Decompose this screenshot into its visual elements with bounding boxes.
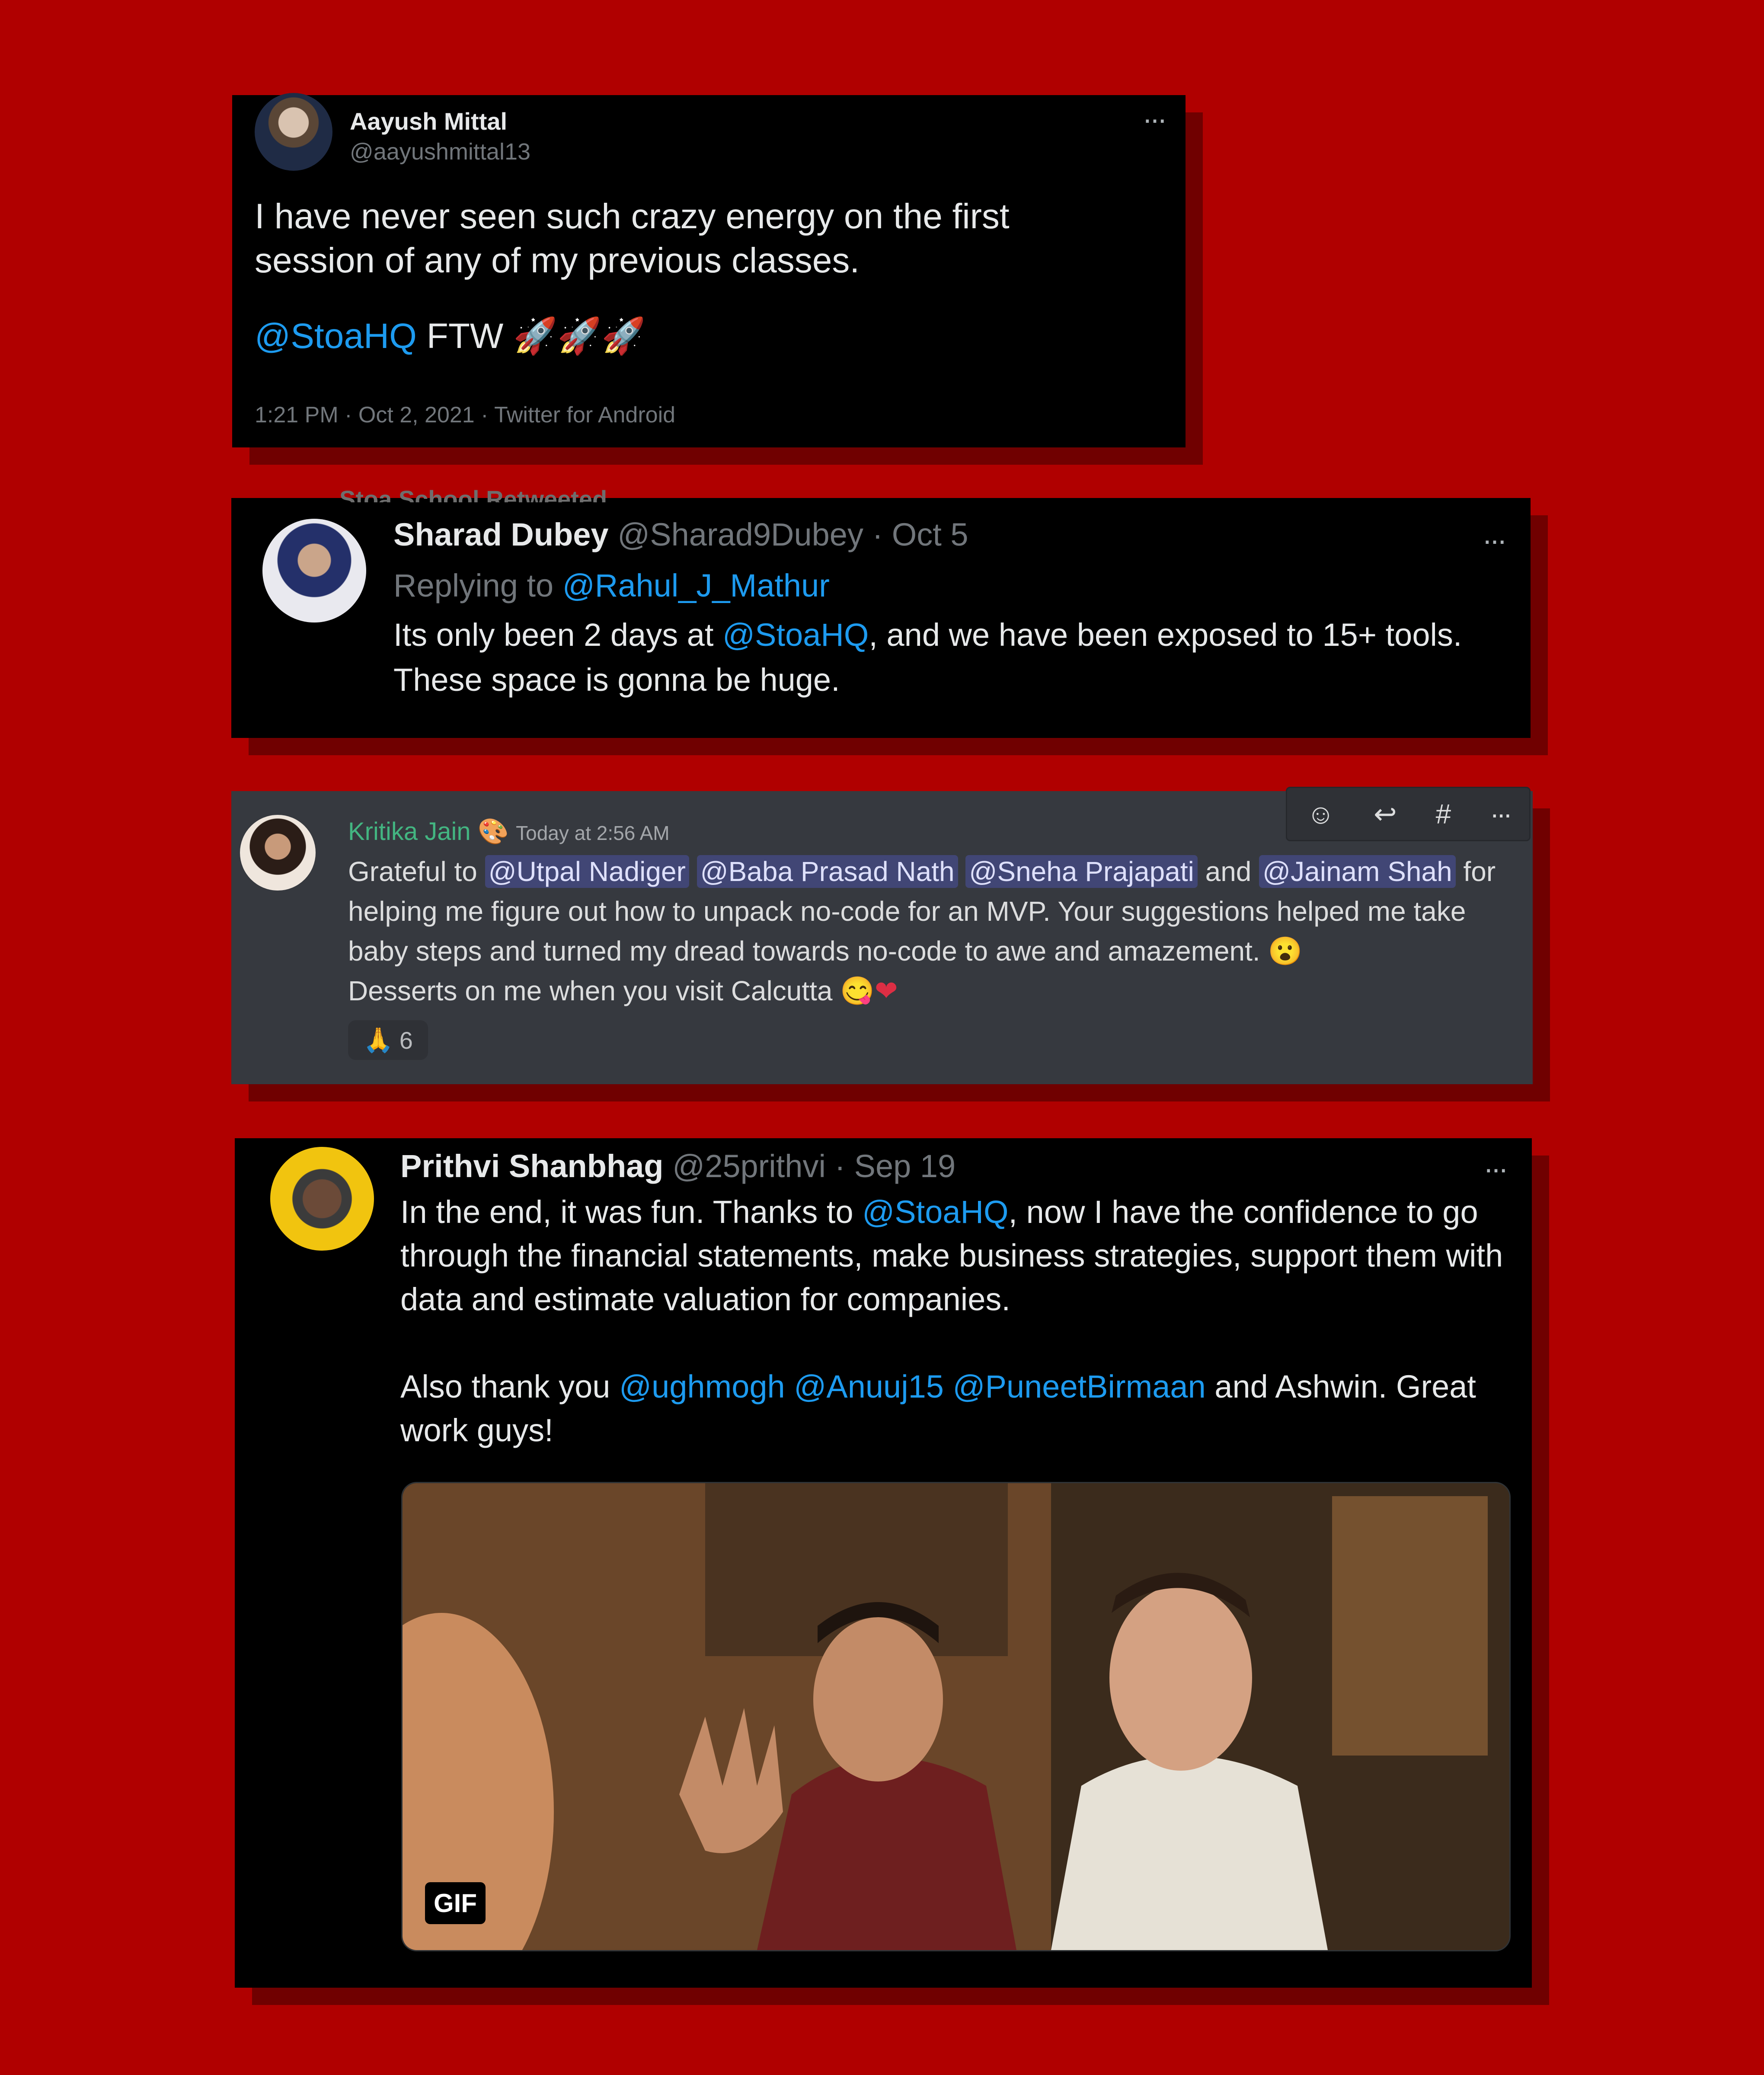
folded-hands-icon: 🙏 bbox=[363, 1026, 393, 1053]
replying-to-label: Replying to bbox=[393, 568, 554, 603]
gif-badge: GIF bbox=[425, 1882, 486, 1924]
mention-link[interactable]: @PuneetBirmaan bbox=[953, 1369, 1206, 1405]
author-handle[interactable]: @Sharad9Dubey bbox=[617, 517, 863, 552]
reaction-count: 6 bbox=[399, 1026, 413, 1054]
user-mention[interactable]: @Utpal Nadiger bbox=[485, 855, 689, 888]
yum-face-icon: 😋 bbox=[840, 975, 875, 1006]
add-reaction-icon[interactable]: ☺ bbox=[1307, 798, 1335, 830]
gif-media[interactable]: GIF bbox=[401, 1482, 1511, 1951]
retweet-banner: Stoa School Retweeted bbox=[339, 485, 607, 502]
reaction-button[interactable]: 🙏 6 bbox=[348, 1020, 428, 1060]
rocket-icon: 🚀🚀🚀 bbox=[513, 316, 646, 356]
author-name[interactable]: Kritika Jain bbox=[348, 817, 471, 846]
message-text: Grateful to @Utpal Nadiger @Baba Prasad … bbox=[348, 852, 1515, 1011]
message-text-c: Desserts on me when you visit Calcutta bbox=[348, 975, 833, 1006]
author-name[interactable]: Prithvi Shanbhag bbox=[400, 1148, 664, 1184]
more-options-icon[interactable]: ··· bbox=[1142, 104, 1167, 134]
tweet-header: Sharad Dubey @Sharad9Dubey · Oct 5 bbox=[393, 516, 968, 553]
author-name[interactable]: Sharad Dubey bbox=[393, 517, 609, 552]
tweet-text: I have never seen such crazy energy on t… bbox=[255, 197, 1010, 280]
tweet-date[interactable]: · Oct 5 bbox=[872, 517, 968, 552]
avatar[interactable] bbox=[262, 519, 366, 622]
tweet-text: Its only been 2 days at @StoaHQ, and we … bbox=[393, 613, 1518, 702]
tweet-text: In the end, it was fun. Thanks to @StoaH… bbox=[400, 1190, 1507, 1452]
author-name[interactable]: Aayush Mittal bbox=[350, 107, 507, 135]
astonished-face-icon: 😮 bbox=[1268, 935, 1303, 967]
more-options-icon[interactable]: ··· bbox=[1482, 525, 1507, 555]
user-mention[interactable]: @Baba Prasad Nath bbox=[697, 855, 958, 888]
replying-to: Replying to @Rahul_J_Mathur bbox=[393, 567, 830, 604]
tweet-card-aayush: Aayush Mittal @aayushmittal13 ··· I have… bbox=[232, 93, 1186, 447]
tweet-meta[interactable]: 1:21 PM · Oct 2, 2021 · Twitter for Andr… bbox=[255, 402, 675, 428]
reply-icon[interactable]: ↩ bbox=[1374, 798, 1397, 830]
avatar[interactable] bbox=[240, 815, 316, 891]
user-mention[interactable]: @Jainam Shah bbox=[1259, 855, 1456, 888]
user-mention[interactable]: @Sneha Prajapati bbox=[965, 855, 1198, 888]
more-icon[interactable]: ··· bbox=[1490, 798, 1512, 830]
tweet-card-sharad: Stoa School Retweeted Sharad Dubey @Shar… bbox=[231, 485, 1531, 738]
more-options-icon[interactable]: ··· bbox=[1483, 1153, 1508, 1184]
tweet-date[interactable]: · Sep 19 bbox=[834, 1148, 956, 1184]
mention-link[interactable]: @StoaHQ bbox=[255, 316, 417, 356]
heart-icon: ❤ bbox=[874, 975, 898, 1006]
author-handle[interactable]: @aayushmittal13 bbox=[350, 138, 530, 165]
message-timestamp[interactable]: Today at 2:56 AM bbox=[516, 822, 669, 844]
tweet-text-p2a: Also thank you bbox=[400, 1369, 610, 1405]
reply-mention-link[interactable]: @Rahul_J_Mathur bbox=[562, 568, 830, 603]
author-handle[interactable]: @25prithvi bbox=[672, 1148, 826, 1184]
create-thread-icon[interactable]: # bbox=[1436, 798, 1451, 830]
mention-link[interactable]: @Anuuj15 bbox=[794, 1369, 944, 1405]
mention-link[interactable]: @ughmogh bbox=[619, 1369, 785, 1405]
tweet-text-p1a: In the end, it was fun. Thanks to bbox=[400, 1194, 853, 1230]
mention-link[interactable]: @StoaHQ bbox=[722, 617, 869, 653]
message-header: Kritika Jain 🎨 Today at 2:56 AM bbox=[348, 817, 670, 846]
gif-scene-image bbox=[403, 1483, 1509, 1950]
message-text-a: Grateful to bbox=[348, 856, 477, 887]
discord-message-card: Kritika Jain 🎨 Today at 2:56 AM ☺ ↩ # ··… bbox=[231, 787, 1533, 1084]
avatar[interactable] bbox=[255, 93, 332, 171]
message-toolbar: ☺ ↩ # ··· bbox=[1286, 787, 1531, 841]
role-badge-icon: 🎨 bbox=[477, 817, 509, 846]
tweet-text-a: Its only been 2 days at bbox=[393, 617, 714, 653]
avatar[interactable] bbox=[270, 1147, 374, 1251]
mention-link[interactable]: @StoaHQ bbox=[862, 1194, 1008, 1230]
tweet-text-ftw: FTW bbox=[426, 316, 504, 356]
tweet-text-line: @StoaHQ FTW 🚀🚀🚀 bbox=[255, 316, 646, 357]
tweet-header: Prithvi Shanbhag @25prithvi · Sep 19 bbox=[400, 1148, 956, 1184]
message-text-and: and bbox=[1205, 856, 1252, 887]
tweet-card-prithvi: Prithvi Shanbhag @25prithvi · Sep 19 ···… bbox=[235, 1138, 1532, 1988]
